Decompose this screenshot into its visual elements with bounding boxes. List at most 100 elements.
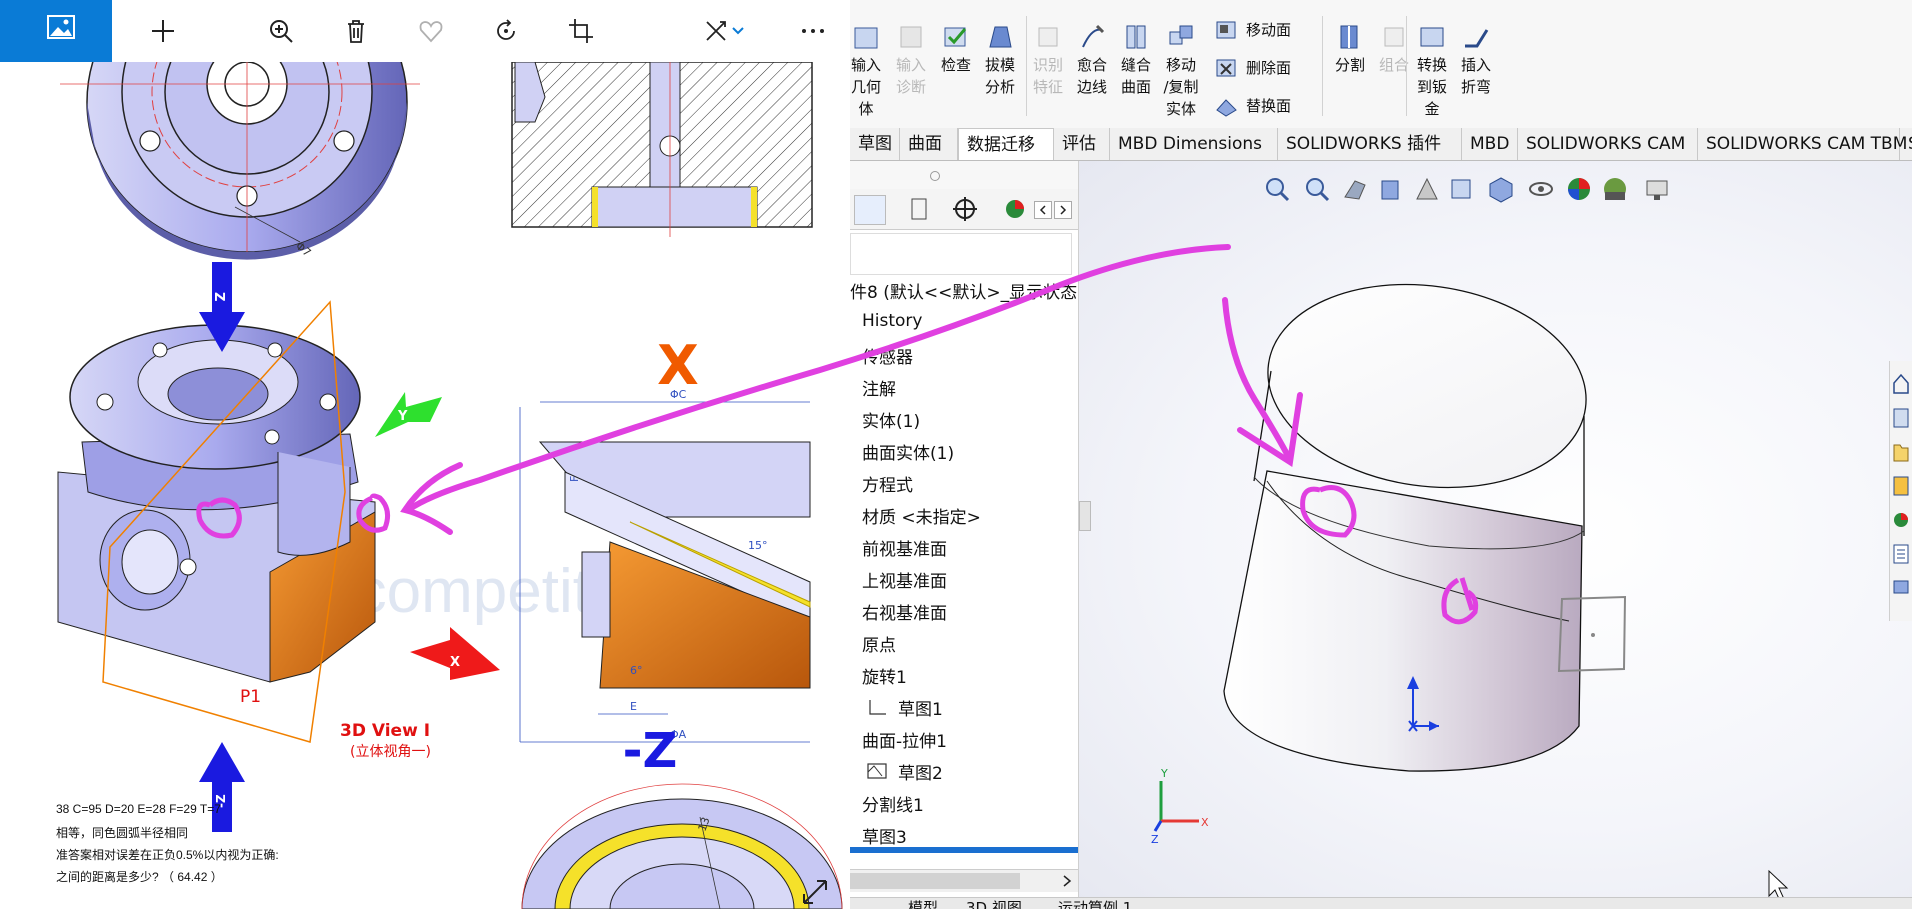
tree-item-sketch1[interactable]: 草图1 bbox=[898, 695, 943, 720]
neg-z-view: -Z 13 bbox=[521, 723, 843, 909]
custom-properties-icon[interactable] bbox=[1892, 541, 1910, 565]
tab-sketch[interactable]: 草图 bbox=[850, 128, 900, 160]
horizontal-scrollbar[interactable] bbox=[850, 869, 1078, 892]
section-view-top bbox=[511, 62, 813, 237]
p1-label: P1 bbox=[240, 687, 261, 707]
tree-item-sketch3[interactable]: 草图3 bbox=[862, 823, 907, 848]
scroll-left-icon[interactable] bbox=[1034, 201, 1052, 219]
3d-model[interactable]: Y X Z bbox=[1079, 161, 1912, 909]
view-subtitle: (立体视角一) bbox=[350, 744, 431, 760]
more-icon[interactable] bbox=[790, 8, 836, 54]
design-library-icon[interactable] bbox=[1892, 405, 1910, 429]
tab-model[interactable]: 模型 bbox=[908, 898, 938, 909]
axis-z-arrow-label: Z bbox=[211, 292, 226, 301]
tab-mbd-dimensions[interactable]: MBD Dimensions bbox=[1110, 128, 1278, 160]
command-manager-tabs: 草图 曲面 数据迁移 评估 MBD Dimensions SOLIDWORKS … bbox=[850, 128, 1912, 161]
delete-face-button[interactable]: 删除面 bbox=[1214, 54, 1291, 80]
tree-item-surface-bodies[interactable]: 曲面实体(1) bbox=[862, 439, 954, 464]
photos-app-icon[interactable] bbox=[0, 0, 112, 62]
tab-more[interactable]: S bbox=[1900, 128, 1912, 160]
rollback-bar[interactable] bbox=[850, 847, 1078, 853]
tree-item-material[interactable]: 材质 <未指定> bbox=[862, 503, 981, 528]
feature-manager-tree: 件8 (默认<<默认>_显示状态 History 传感器 注解 实体(1) 曲面… bbox=[850, 161, 1079, 909]
crop-icon[interactable] bbox=[558, 8, 604, 54]
chevron-down-icon[interactable] bbox=[726, 8, 750, 54]
import-geometry-button[interactable]: 输入 几何 体 bbox=[850, 22, 886, 120]
add-icon[interactable] bbox=[140, 8, 186, 54]
tree-item-solid-bodies[interactable]: 实体(1) bbox=[862, 407, 920, 432]
knit-surface-icon bbox=[1126, 25, 1146, 49]
tree-item-annotations[interactable]: 注解 bbox=[862, 375, 896, 400]
tab-solidworks-addins[interactable]: SOLIDWORKS 插件 bbox=[1278, 128, 1462, 160]
view-title: 3D View I bbox=[340, 721, 430, 741]
tab-evaluate[interactable]: 评估 bbox=[1054, 128, 1110, 160]
replace-face-icon bbox=[1216, 99, 1237, 117]
tree-item-equations[interactable]: 方程式 bbox=[862, 471, 913, 496]
panel-collapse-handle[interactable] bbox=[1079, 501, 1091, 531]
tree-item-sensors[interactable]: 传感器 bbox=[862, 343, 913, 368]
display-manager-tab-icon[interactable] bbox=[1000, 195, 1030, 223]
move-face-button[interactable]: 移动面 bbox=[1214, 16, 1291, 42]
property-manager-tab-icon[interactable] bbox=[904, 195, 934, 223]
tree-item-surface-extrude[interactable]: 曲面-拉伸1 bbox=[862, 727, 947, 752]
tree-item-front-plane[interactable]: 前视基准面 bbox=[862, 535, 947, 560]
tab-3d-views[interactable]: 3D 视图 bbox=[966, 898, 1022, 909]
fullscreen-icon[interactable] bbox=[800, 877, 830, 907]
tree-root-part[interactable]: 件8 (默认<<默认>_显示状态 bbox=[850, 278, 1077, 303]
import-diagnostics-button[interactable]: 输入 诊断 bbox=[890, 22, 932, 98]
favorite-icon[interactable] bbox=[408, 8, 454, 54]
splitter-dot bbox=[930, 171, 940, 181]
split-button[interactable]: 分割 bbox=[1328, 22, 1372, 76]
combine-icon bbox=[1384, 27, 1404, 47]
appearances-icon[interactable] bbox=[1892, 507, 1910, 531]
axis-x-label: X bbox=[1201, 816, 1209, 829]
tab-solidworks-cam[interactable]: SOLIDWORKS CAM bbox=[1518, 128, 1698, 160]
knit-surface-button[interactable]: 缝合 曲面 bbox=[1114, 22, 1158, 98]
heal-edges-label: 愈合 边线 bbox=[1076, 56, 1107, 96]
panel-splitter[interactable] bbox=[850, 161, 1078, 190]
move-copy-body-button[interactable]: 移动 /复制 实体 bbox=[1158, 22, 1204, 120]
check-button[interactable]: 检查 bbox=[934, 22, 978, 76]
tree-item-origin[interactable]: 原点 bbox=[862, 631, 896, 656]
graphics-area[interactable]: Y X Z bbox=[1079, 161, 1912, 909]
tab-mbd[interactable]: MBD bbox=[1462, 128, 1518, 160]
tab-motion-study[interactable]: 运动算例 1 bbox=[1058, 898, 1132, 909]
note-line-2: 相等，同色圆弧半径相同 bbox=[56, 826, 189, 840]
feature-recognition-button[interactable]: 识别 特征 bbox=[1026, 22, 1070, 98]
feature-manager-tab-icon[interactable] bbox=[854, 195, 886, 225]
tab-surfaces[interactable]: 曲面 bbox=[900, 128, 958, 160]
tab-data-migration[interactable]: 数据迁移 bbox=[958, 128, 1054, 160]
replace-face-label: 替换面 bbox=[1246, 96, 1292, 115]
ribbon-separator bbox=[1406, 16, 1407, 116]
filter-box[interactable] bbox=[850, 233, 1072, 275]
scroll-right-icon[interactable] bbox=[1060, 873, 1074, 889]
insert-bends-button[interactable]: 插入 折弯 bbox=[1454, 22, 1498, 98]
heal-edges-button[interactable]: 愈合 边线 bbox=[1070, 22, 1114, 98]
convert-sheet-metal-button[interactable]: 转换 到钣 金 bbox=[1410, 22, 1454, 120]
zoom-in-icon[interactable] bbox=[258, 8, 304, 54]
tree-item-right-plane[interactable]: 右视基准面 bbox=[862, 599, 947, 624]
tree-item-history[interactable]: History bbox=[862, 311, 922, 331]
configuration-manager-tab-icon[interactable] bbox=[950, 195, 980, 223]
replace-face-button[interactable]: 替换面 bbox=[1214, 92, 1291, 118]
tree-item-split-line[interactable]: 分割线1 bbox=[862, 791, 924, 816]
tab-solidworks-cam-tbm[interactable]: SOLIDWORKS CAM TBM bbox=[1698, 128, 1907, 160]
tree-item-revolve[interactable]: 旋转1 bbox=[862, 663, 907, 688]
tree-item-sketch2[interactable]: 草图2 bbox=[898, 759, 943, 784]
note-line-3: 准答案相对误差在正负0.5%以内视为正确: bbox=[56, 848, 279, 862]
draft-analysis-button[interactable]: 拔模 分析 bbox=[978, 22, 1022, 98]
file-explorer-icon[interactable] bbox=[1892, 439, 1910, 463]
knit-surface-label: 缝合 曲面 bbox=[1120, 56, 1151, 96]
delete-icon[interactable] bbox=[333, 8, 379, 54]
scroll-right-icon[interactable] bbox=[1054, 201, 1072, 219]
rotate-icon[interactable] bbox=[483, 8, 529, 54]
x-view: X ΦC ΦA E 15° 6° F bbox=[519, 334, 811, 743]
solidworks-forum-icon[interactable] bbox=[1892, 575, 1910, 599]
scrollbar-thumb[interactable] bbox=[850, 873, 1020, 889]
tree-item-top-plane[interactable]: 上视基准面 bbox=[862, 567, 947, 592]
import-diagnostics-label: 输入 诊断 bbox=[895, 56, 926, 96]
sketch-icon bbox=[866, 698, 888, 716]
home-icon[interactable] bbox=[1892, 371, 1910, 395]
view-palette-icon[interactable] bbox=[1892, 473, 1910, 497]
dim-6: 6° bbox=[630, 664, 643, 677]
